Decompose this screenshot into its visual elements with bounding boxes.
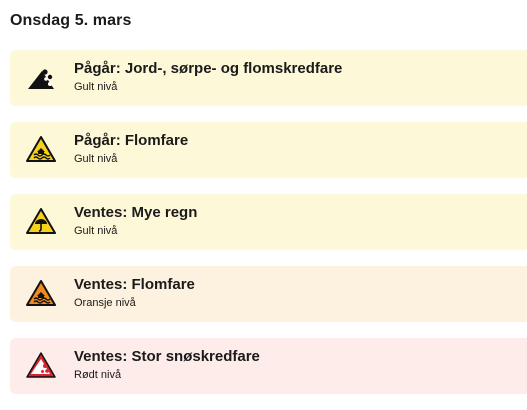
warning-level: Rødt nivå (74, 369, 122, 381)
warning-card-avalanche[interactable]: Ventes: Stor snøskredfare Rødt nivå (10, 338, 527, 394)
rain-warning-icon (26, 207, 56, 235)
warning-list: Pågår: Jord-, sørpe- og flomskredfare Gu… (10, 50, 527, 410)
warning-level: Gult nivå (74, 153, 118, 165)
date-heading: Onsdag 5. mars (10, 12, 132, 29)
warning-card-flood[interactable]: Pågår: Flomfare Gult nivå (10, 122, 527, 178)
warning-title: Pågår: Jord-, sørpe- og flomskredfare (74, 60, 343, 77)
flood-warning-icon (26, 135, 56, 163)
avalanche-warning-icon (26, 351, 56, 379)
warning-card-rain[interactable]: Ventes: Mye regn Gult nivå (10, 194, 527, 250)
warning-card-flood-orange[interactable]: Ventes: Flomfare Oransje nivå (10, 266, 527, 322)
warning-title: Ventes: Mye regn (74, 204, 198, 221)
warning-title: Ventes: Stor snøskredfare (74, 348, 260, 365)
warning-card-landslide[interactable]: Pågår: Jord-, sørpe- og flomskredfare Gu… (10, 50, 527, 106)
warning-title: Ventes: Flomfare (74, 276, 195, 293)
warning-level: Gult nivå (74, 225, 118, 237)
flood-warning-icon (26, 279, 56, 307)
warning-level: Oransje nivå (74, 297, 136, 309)
warning-level: Gult nivå (74, 81, 118, 93)
landslide-warning-icon (26, 63, 56, 91)
warning-title: Pågår: Flomfare (74, 132, 189, 149)
